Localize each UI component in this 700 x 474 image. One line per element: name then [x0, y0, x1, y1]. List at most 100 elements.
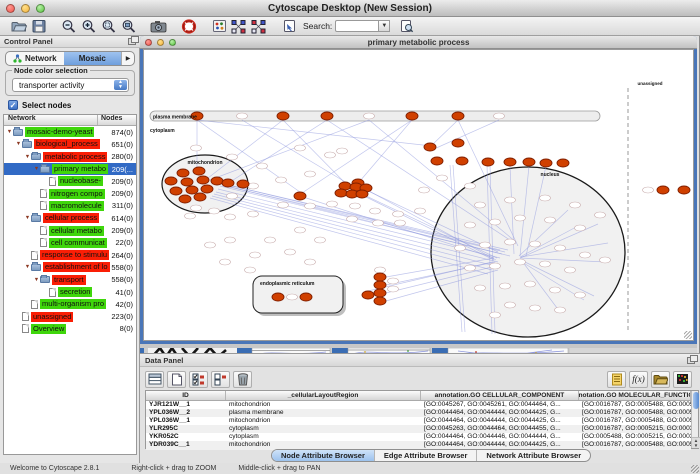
- graph-node-plain[interactable]: [530, 241, 541, 247]
- table-row[interactable]: YPL036W__1mitochondrion[GO:0044464, GO:0…: [146, 417, 691, 425]
- graph-node-plain[interactable]: [490, 312, 501, 318]
- new-attribute-icon[interactable]: [167, 371, 186, 388]
- tree-row[interactable]: Overview8(0): [4, 323, 136, 335]
- tab-overflow-arrow[interactable]: ▶: [121, 52, 134, 65]
- graph-node-transporter[interactable]: [165, 177, 177, 185]
- graph-node-transporter[interactable]: [237, 180, 249, 188]
- graph-node-plain[interactable]: [475, 285, 486, 291]
- graph-node-plain[interactable]: [465, 183, 476, 189]
- graph-node-transporter[interactable]: [335, 189, 347, 197]
- layout-b-icon[interactable]: [249, 18, 269, 34]
- tree-row[interactable]: cell communicat22(0): [4, 237, 136, 249]
- attribute-table-icon[interactable]: [145, 371, 164, 388]
- graph-node-plain[interactable]: [540, 261, 551, 267]
- tab-network-attribute-browser[interactable]: Network Attribute Browser: [477, 450, 590, 461]
- network-resize-grip[interactable]: [684, 331, 692, 339]
- snapshot-icon[interactable]: [149, 18, 169, 34]
- tree-row[interactable]: ▼primary metabo209(...: [4, 163, 136, 175]
- graph-node-transporter[interactable]: [657, 186, 669, 194]
- graph-node-plain[interactable]: [364, 113, 375, 119]
- graph-node-plain[interactable]: [505, 239, 516, 245]
- graph-node-transporter[interactable]: [177, 169, 189, 177]
- layout-a-icon[interactable]: [229, 18, 249, 34]
- graph-node-transporter[interactable]: [193, 167, 205, 175]
- graph-node-plain[interactable]: [515, 259, 526, 265]
- table-row[interactable]: YPL036W__2plasma membrane[GO:0044464, GO…: [146, 409, 691, 417]
- tree-row[interactable]: multi-organism pro42(0): [4, 298, 136, 310]
- graph-node-plain[interactable]: [388, 286, 399, 292]
- window-resize-grip[interactable]: [691, 465, 699, 473]
- graph-node-plain[interactable]: [480, 242, 491, 248]
- graph-node-transporter[interactable]: [300, 293, 312, 301]
- graph-node-transporter[interactable]: [294, 192, 306, 200]
- graph-node-plain[interactable]: [419, 187, 430, 193]
- graph-node-transporter[interactable]: [222, 179, 234, 187]
- graph-node-transporter[interactable]: [181, 178, 193, 186]
- graph-node-plain[interactable]: [580, 252, 591, 258]
- search-input[interactable]: [335, 20, 379, 32]
- graph-node-plain[interactable]: [250, 252, 261, 258]
- graph-node-plain[interactable]: [315, 237, 326, 243]
- zoom-selected-icon[interactable]: [99, 18, 119, 34]
- graph-node-plain[interactable]: [505, 197, 516, 203]
- graph-node-transporter[interactable]: [452, 112, 464, 120]
- zoom-out-icon[interactable]: [59, 18, 79, 34]
- graph-node-plain[interactable]: [248, 211, 259, 217]
- graph-node-plain[interactable]: [393, 211, 404, 217]
- graph-node-plain[interactable]: [327, 201, 338, 207]
- tree-row[interactable]: nitrogen compo209(0): [4, 187, 136, 199]
- annotation-note-icon[interactable]: [607, 371, 626, 388]
- graph-node-transporter[interactable]: [540, 159, 552, 167]
- graph-node-plain[interactable]: [257, 163, 268, 169]
- tree-row[interactable]: ▼transport558(0): [4, 274, 136, 286]
- node-color-dropdown[interactable]: transporter activity ▲▼: [12, 78, 129, 92]
- graph-node-transporter[interactable]: [186, 186, 198, 194]
- tree-row[interactable]: secretion41(0): [4, 286, 136, 298]
- expand-triangle-icon[interactable]: ▼: [6, 129, 13, 135]
- graph-node-transporter[interactable]: [678, 186, 690, 194]
- annotation-icon[interactable]: [209, 18, 229, 34]
- graph-node-plain[interactable]: [395, 220, 406, 226]
- graph-node-plain[interactable]: [600, 257, 611, 263]
- graph-node-plain[interactable]: [209, 208, 220, 214]
- import-attributes-icon[interactable]: [651, 371, 670, 388]
- network-canvas[interactable]: plasma membranecytoplasmmitochondrionnuc…: [143, 49, 694, 341]
- column-id[interactable]: ID: [146, 391, 226, 400]
- tree-row[interactable]: macromolecule311(0): [4, 200, 136, 212]
- graph-node-plain[interactable]: [245, 267, 256, 273]
- tree-header-nodes[interactable]: Nodes: [98, 115, 136, 125]
- tree-row[interactable]: ▼metabolic process280(0): [4, 151, 136, 163]
- graph-node-plain[interactable]: [305, 203, 316, 209]
- graph-node-transporter[interactable]: [197, 176, 209, 184]
- tree-row[interactable]: ▼cellular process614(0): [4, 212, 136, 224]
- tab-mosaic[interactable]: Mosaic: [64, 52, 122, 65]
- graph-node-plain[interactable]: [305, 259, 316, 265]
- graph-node-transporter[interactable]: [456, 157, 468, 165]
- graph-node-plain[interactable]: [285, 249, 296, 255]
- attribute-matrix-icon[interactable]: [673, 371, 692, 388]
- graph-node-transporter[interactable]: [557, 159, 569, 167]
- scrollbar-arrows[interactable]: ▲▼: [692, 437, 700, 448]
- graph-node-plain[interactable]: [465, 222, 476, 228]
- graph-node-plain[interactable]: [347, 216, 358, 222]
- graph-node-transporter[interactable]: [194, 193, 206, 201]
- graph-node-plain[interactable]: [545, 217, 556, 223]
- data-panel-float-icon[interactable]: [687, 357, 695, 364]
- tree-row[interactable]: ▼establishment of lo558(0): [4, 261, 136, 273]
- open-icon[interactable]: [9, 18, 29, 34]
- scrollbar-thumb[interactable]: [693, 392, 699, 409]
- search-advanced-icon[interactable]: [396, 18, 416, 34]
- tree-row[interactable]: ▼biological_process651(0): [4, 138, 136, 150]
- graph-node-plain[interactable]: [225, 237, 236, 243]
- graph-node-plain[interactable]: [525, 281, 536, 287]
- unselect-attributes-icon[interactable]: [211, 371, 230, 388]
- graph-node-transporter[interactable]: [482, 158, 494, 166]
- graph-node-plain[interactable]: [388, 278, 399, 284]
- graph-node-transporter[interactable]: [362, 291, 374, 299]
- tree-row[interactable]: cellular metabo209(0): [4, 224, 136, 236]
- graph-node-transporter[interactable]: [211, 177, 223, 185]
- tab-edge-attribute-browser[interactable]: Edge Attribute Browser: [375, 450, 477, 461]
- graph-node-transporter[interactable]: [523, 158, 535, 166]
- expand-triangle-icon[interactable]: ▼: [24, 154, 31, 160]
- tab-node-attribute-browser[interactable]: Node Attribute Browser: [272, 450, 375, 461]
